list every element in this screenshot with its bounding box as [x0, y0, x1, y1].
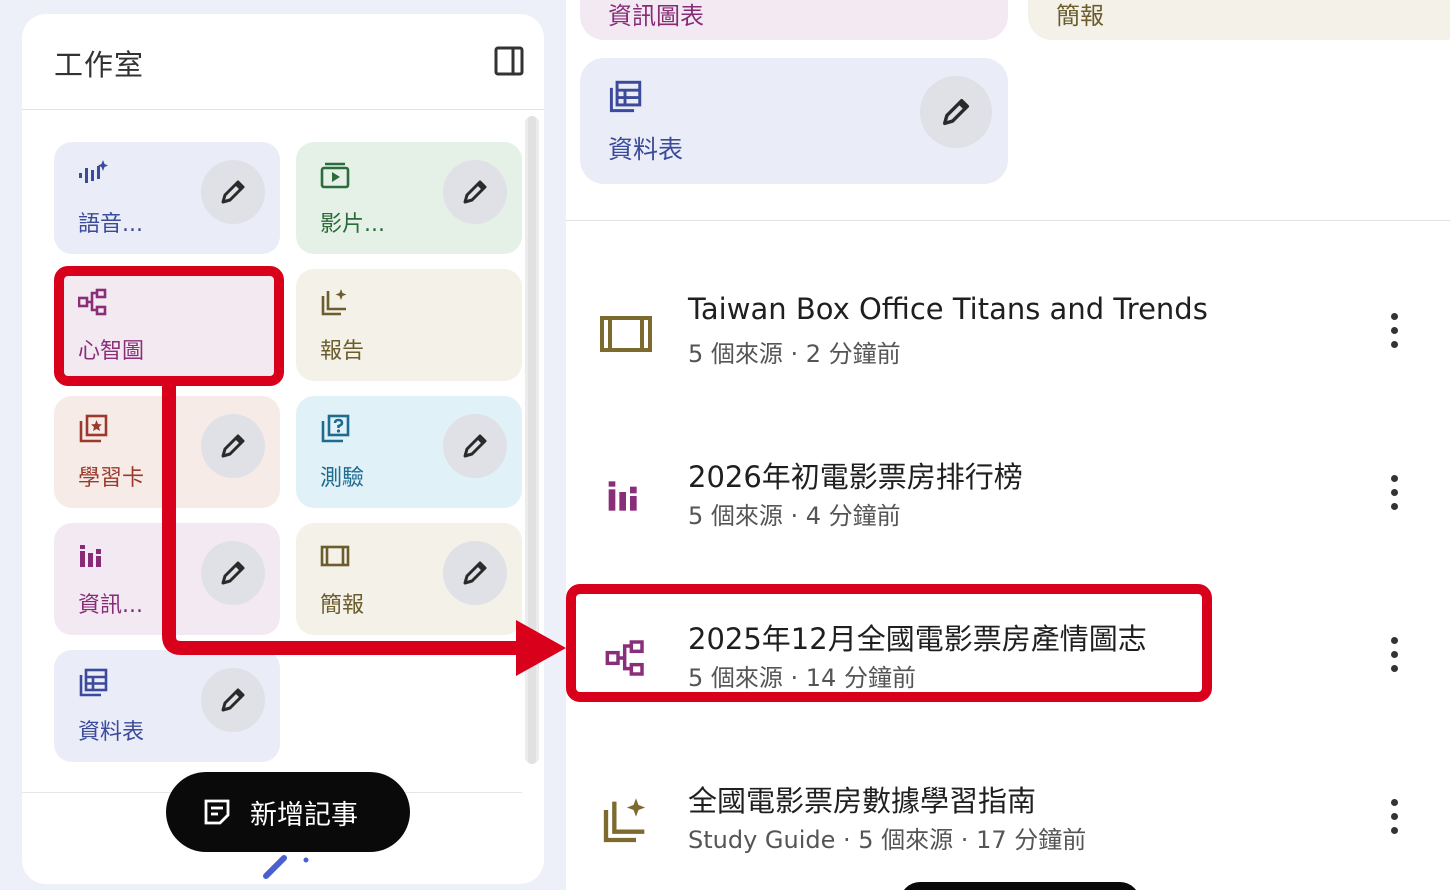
output-tile-slides[interactable]: 簡報 — [1028, 0, 1450, 40]
quiz-icon — [320, 414, 350, 444]
divider — [566, 220, 1450, 221]
note-icon — [204, 799, 230, 825]
edit-button[interactable] — [443, 160, 507, 224]
studio-tile-table[interactable]: 資料表 — [54, 650, 280, 762]
edit-button[interactable] — [443, 414, 507, 478]
note-title: Taiwan Box Office Titans and Trends — [688, 292, 1208, 326]
scrollbar[interactable] — [525, 116, 539, 764]
tile-label: 資料表 — [78, 720, 145, 745]
more-options-icon[interactable] — [1376, 630, 1412, 678]
slides-icon — [320, 541, 350, 571]
more-options-icon[interactable] — [1376, 468, 1412, 516]
highlight-box-mind-map-note — [566, 584, 1212, 702]
studio-tile-audio[interactable]: 語音... — [54, 142, 280, 254]
studio-tile-slides[interactable]: 簡報 — [296, 523, 522, 635]
table-icon — [608, 80, 642, 118]
add-note-button[interactable]: 新增記事 — [166, 772, 410, 852]
pencil-icon — [463, 561, 487, 585]
pencil-icon — [463, 434, 487, 458]
video-icon — [320, 160, 350, 190]
add-note-label: 新增記事 — [250, 799, 358, 831]
pencil-icon — [221, 434, 245, 458]
slides-icon — [596, 304, 656, 364]
studio-tile-quiz[interactable]: 測驗 — [296, 396, 522, 508]
note-title: 2026年初電影票房排行榜 — [688, 460, 1023, 494]
flashcard-icon — [78, 414, 108, 444]
edit-button[interactable] — [201, 414, 265, 478]
highlight-box-mind-map-tile — [54, 266, 284, 386]
panel-toggle-icon[interactable] — [493, 45, 525, 77]
tile-label: 測驗 — [320, 466, 365, 491]
more-options-icon[interactable] — [1376, 306, 1412, 354]
pen-sparkle-icon — [262, 842, 312, 884]
tile-label: 影片... — [320, 212, 385, 237]
studio-title: 工作室 — [54, 48, 145, 82]
pencil-icon — [942, 98, 970, 126]
tile-label: 簡報 — [320, 593, 365, 618]
output-tile-infographic[interactable]: 資訊圖表 — [580, 0, 1008, 40]
pencil-icon — [221, 180, 245, 204]
studio-header: 工作室 — [22, 14, 544, 110]
scrollbar-thumb[interactable] — [528, 116, 536, 764]
report-sparkle-icon — [596, 790, 656, 850]
bottom-action-button[interactable] — [900, 882, 1140, 890]
audio-sparkle-icon — [78, 160, 108, 190]
tile-label: 簡報 — [1056, 2, 1104, 30]
studio-tile-report[interactable]: 報告 — [296, 269, 522, 381]
edit-button[interactable] — [201, 668, 265, 732]
edit-button[interactable] — [201, 541, 265, 605]
report-sparkle-icon — [320, 287, 350, 317]
infographic-icon — [78, 541, 108, 571]
note-meta: 5 個來源 · 2 分鐘前 — [688, 340, 901, 368]
tile-label: 資料表 — [608, 135, 684, 164]
note-title: 全國電影票房數據學習指南 — [688, 784, 1037, 818]
infographic-icon — [596, 466, 656, 526]
output-tile-table[interactable]: 資料表 — [580, 58, 1008, 184]
tile-label: 資訊... — [78, 593, 143, 618]
tile-label: 學習卡 — [78, 466, 145, 491]
studio-tile-infographic[interactable]: 資訊... — [54, 523, 280, 635]
tile-label: 報告 — [320, 339, 365, 364]
more-options-icon[interactable] — [1376, 792, 1412, 840]
tile-label: 資訊圖表 — [608, 2, 704, 30]
edit-button[interactable] — [443, 541, 507, 605]
studio-tile-video[interactable]: 影片... — [296, 142, 522, 254]
note-item[interactable]: Taiwan Box Office Titans and Trends 5 個來… — [566, 284, 1450, 404]
note-item[interactable]: 全國電影票房數據學習指南 Study Guide · 5 個來源 · 17 分鐘… — [566, 770, 1450, 890]
pencil-icon — [221, 561, 245, 585]
note-item[interactable]: 2026年初電影票房排行榜 5 個來源 · 4 分鐘前 — [566, 446, 1450, 566]
edit-button[interactable] — [201, 160, 265, 224]
pencil-icon — [463, 180, 487, 204]
table-icon — [78, 668, 108, 698]
note-meta: 5 個來源 · 4 分鐘前 — [688, 502, 901, 530]
studio-panel: 工作室 語音... 影片... 心智圖 報告 學習卡 測驗 資訊... 簡報 資… — [22, 14, 544, 884]
pencil-icon — [221, 688, 245, 712]
edit-button[interactable] — [920, 76, 992, 148]
tile-label: 語音... — [78, 212, 143, 237]
note-meta: Study Guide · 5 個來源 · 17 分鐘前 — [688, 826, 1087, 854]
notes-panel: 資訊圖表 簡報 資料表 Taiwan Box Office Titans and… — [566, 0, 1450, 890]
studio-tile-flashcards[interactable]: 學習卡 — [54, 396, 280, 508]
